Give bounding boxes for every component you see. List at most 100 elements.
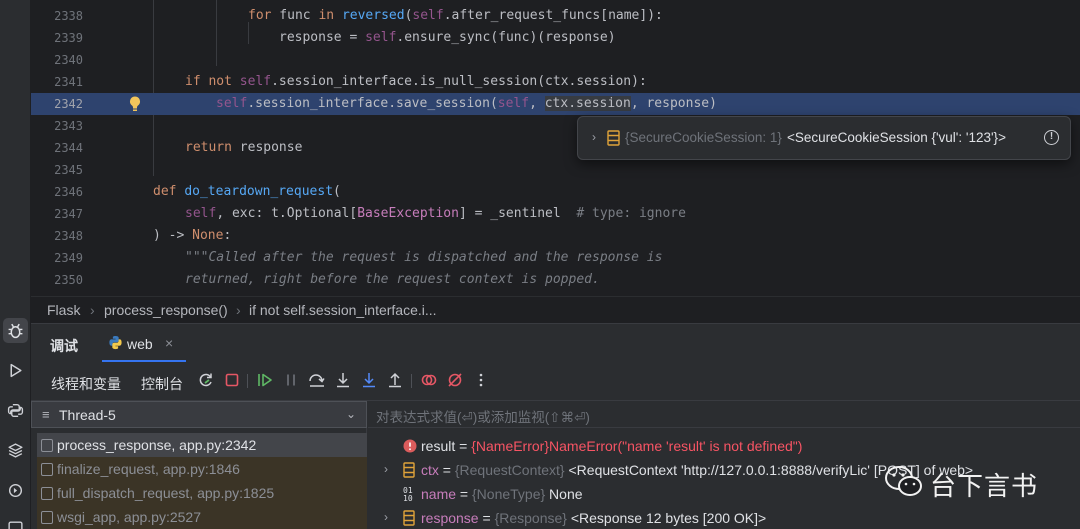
more-options-icon[interactable] bbox=[472, 371, 490, 389]
code-line-2338: 2338 for func in reversed(self.after_req… bbox=[31, 5, 1080, 27]
evaluate-placeholder: 对表达式求值(⏎)或添加监视(⇧⌘⏎) bbox=[376, 410, 590, 425]
code-line-2346: 2346 def do_teardown_request( bbox=[31, 181, 1080, 203]
tab-threads-variables[interactable]: 线程和变量 bbox=[51, 374, 121, 394]
code-line-2341: 2341 if not self.session_interface.is_nu… bbox=[31, 71, 1080, 93]
line-number: 2350 bbox=[54, 273, 83, 287]
line-number: 2345 bbox=[54, 163, 83, 177]
stack-frame[interactable]: wsgi_app, app.py:2527 bbox=[37, 505, 367, 529]
code-text: if not self.session_interface.is_null_se… bbox=[185, 74, 647, 89]
breadcrumb-item[interactable]: process_response() bbox=[104, 302, 228, 318]
line-number: 2338 bbox=[54, 9, 83, 23]
variable-row-result[interactable]: result = {NameError}NameError("name 'res… bbox=[368, 434, 1080, 458]
services-tool-button[interactable] bbox=[3, 478, 28, 503]
code-text: def do_teardown_request( bbox=[153, 184, 341, 199]
step-over-icon[interactable] bbox=[308, 371, 326, 389]
thread-selector[interactable]: ≡ Thread-5 ⌄ bbox=[31, 401, 367, 428]
python-console-icon bbox=[7, 403, 24, 418]
stop-icon[interactable] bbox=[223, 371, 241, 389]
breadcrumb-separator: › bbox=[90, 302, 95, 318]
breadcrumb-item[interactable]: Flask bbox=[47, 302, 80, 318]
tab-label: web bbox=[127, 336, 153, 352]
object-icon bbox=[403, 510, 415, 526]
chevron-right-icon[interactable]: › bbox=[384, 510, 388, 524]
python-icon bbox=[109, 335, 122, 350]
line-number: 2348 bbox=[54, 229, 83, 243]
variable-row-response[interactable]: › response = {Response} <Response 12 byt… bbox=[368, 506, 1080, 529]
code-text: self, exc: t.Optional[BaseException] = _… bbox=[185, 206, 686, 221]
code-text: ) -> None: bbox=[153, 228, 232, 243]
evaluate-expression-input[interactable]: 对表达式求值(⏎)或添加监视(⇧⌘⏎) bbox=[368, 401, 1080, 428]
line-number: 2342 bbox=[54, 97, 83, 111]
code-line-2345: 2345 bbox=[31, 159, 1080, 181]
debug-tool-button[interactable] bbox=[3, 318, 28, 343]
resume-icon[interactable] bbox=[256, 371, 274, 389]
chevron-down-icon: ⌄ bbox=[345, 407, 356, 421]
code-line-2348: 2348 ) -> None: bbox=[31, 225, 1080, 247]
step-into-my-code-icon[interactable] bbox=[360, 371, 378, 389]
variable-text: response = {Response} <Response 12 bytes… bbox=[421, 510, 767, 526]
toolbar-divider bbox=[247, 374, 248, 388]
services-icon bbox=[8, 483, 23, 498]
tool-window-strip bbox=[0, 0, 31, 529]
line-number: 2343 bbox=[54, 119, 83, 133]
frame-icon bbox=[41, 511, 53, 524]
thread-icon: ≡ bbox=[42, 407, 50, 422]
code-text: """Called after the request is dispatche… bbox=[185, 250, 663, 265]
stack-frame[interactable]: finalize_request, app.py:1846 bbox=[37, 457, 367, 481]
binary-icon: 01 10 bbox=[403, 486, 413, 503]
variable-text: result = {NameError}NameError("name 'res… bbox=[421, 438, 803, 454]
stack-frame[interactable]: process_response, app.py:2342 bbox=[37, 433, 367, 457]
tab-web[interactable]: web × bbox=[102, 324, 186, 362]
breadcrumb: Flask › process_response() › if not self… bbox=[31, 296, 1080, 323]
code-line-2340: 2340 bbox=[31, 49, 1080, 71]
error-icon bbox=[403, 439, 417, 453]
variable-text: name = {NoneType} None bbox=[421, 486, 583, 502]
bug-icon bbox=[8, 323, 23, 339]
line-number: 2339 bbox=[54, 31, 83, 45]
code-line-2350: 2350 returned, right before the request … bbox=[31, 269, 1080, 291]
breadcrumb-separator: › bbox=[236, 302, 241, 318]
run-icon bbox=[10, 363, 22, 378]
python-console-button[interactable] bbox=[3, 398, 28, 423]
mute-breakpoints-icon[interactable] bbox=[446, 371, 464, 389]
code-text: self.session_interface.save_session(self… bbox=[216, 96, 717, 111]
line-number: 2347 bbox=[54, 207, 83, 221]
run-tool-button[interactable] bbox=[3, 358, 28, 383]
stack-icon bbox=[607, 130, 620, 146]
debug-toolbar: 线程和变量 控制台 bbox=[31, 362, 1080, 401]
watermark-text: 台下言书 bbox=[930, 472, 1039, 502]
terminal-tool-button[interactable] bbox=[3, 515, 28, 529]
popup-type: {SecureCookieSession: 1} bbox=[625, 130, 782, 145]
thread-name: Thread-5 bbox=[59, 407, 116, 423]
wechat-logo-icon bbox=[885, 466, 922, 496]
watermark: 台下言书 bbox=[884, 462, 1044, 502]
lightbulb-icon[interactable] bbox=[127, 95, 143, 113]
code-line-2339: 2339 response = self.ensure_sync(func)(r… bbox=[31, 27, 1080, 49]
info-icon[interactable]: ! bbox=[1044, 130, 1059, 145]
rerun-icon[interactable] bbox=[197, 371, 215, 389]
inline-value-popup[interactable]: › {SecureCookieSession: 1} <SecureCookie… bbox=[577, 116, 1071, 160]
chevron-right-icon[interactable]: › bbox=[384, 462, 388, 476]
line-number: 2344 bbox=[54, 141, 83, 155]
view-breakpoints-icon[interactable] bbox=[420, 371, 438, 389]
code-text: for func in reversed(self.after_request_… bbox=[248, 8, 663, 23]
line-number: 2349 bbox=[54, 251, 83, 265]
step-out-icon[interactable] bbox=[386, 371, 404, 389]
line-number: 2341 bbox=[54, 75, 83, 89]
code-line-2347: 2347 self, exc: t.Optional[BaseException… bbox=[31, 203, 1080, 225]
popup-value: <SecureCookieSession {'vul': '123'}> bbox=[787, 130, 1006, 145]
breadcrumb-item[interactable]: if not self.session_interface.i... bbox=[249, 302, 437, 318]
step-into-icon[interactable] bbox=[334, 371, 352, 389]
layers-tool-button[interactable] bbox=[3, 438, 28, 463]
object-icon bbox=[403, 462, 415, 478]
close-icon[interactable]: × bbox=[165, 335, 173, 351]
stack-frame[interactable]: full_dispatch_request, app.py:1825 bbox=[37, 481, 367, 505]
tab-console[interactable]: 控制台 bbox=[141, 374, 183, 394]
code-text: return response bbox=[185, 140, 303, 155]
code-text: returned, right before the request conte… bbox=[185, 272, 600, 287]
chevron-right-icon[interactable]: › bbox=[592, 130, 596, 144]
line-number: 2346 bbox=[54, 185, 83, 199]
frame-icon bbox=[41, 487, 53, 500]
pause-icon[interactable] bbox=[282, 371, 300, 389]
terminal-icon bbox=[8, 521, 23, 529]
